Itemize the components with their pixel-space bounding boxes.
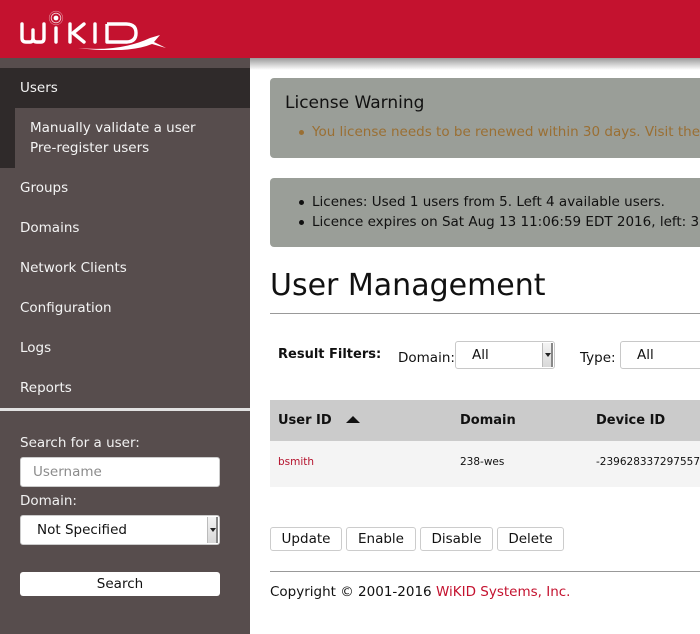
submenu-item-manually-validate[interactable]: Manually validate a user (30, 118, 250, 138)
license-warning-alert: License Warning You license needs to be … (270, 78, 700, 158)
sidebar-top-band (0, 58, 250, 68)
copyright-text: Copyright © 2001-2016 (270, 584, 436, 600)
sidebar-item-users[interactable]: Users (0, 68, 250, 108)
user-search-form: Search for a user: Domain: Not Specified… (0, 411, 250, 596)
title-divider (270, 313, 700, 314)
company-link[interactable]: WiKID Systems, Inc. (436, 584, 571, 600)
filter-type-label: Type: (580, 350, 616, 366)
result-filters: Result Filters: Domain: All Type: All (270, 340, 700, 384)
table-row: bsmith 238-wes -23962833729755777 (270, 441, 700, 487)
search-domain-label: Domain: (20, 493, 77, 509)
column-header-device-id[interactable]: Device ID (596, 400, 665, 441)
license-warning-title: License Warning (285, 93, 425, 113)
license-info-list: Licenes: Used 1 users from 5. Left 4 ava… (299, 192, 700, 232)
sidebar-item-reports[interactable]: Reports (0, 368, 250, 408)
users-submenu-frame: Manually validate a user Pre-register us… (0, 108, 250, 168)
search-label: Search for a user: (20, 435, 140, 451)
license-info-alert: Licenes: Used 1 users from 5. Left 4 ava… (270, 178, 700, 247)
filter-domain-select[interactable]: All (455, 341, 555, 369)
license-expiry-item: Licence expires on Sat Aug 13 11:06:59 E… (299, 212, 700, 232)
header-shadow (250, 58, 700, 70)
filter-domain-selected: All (472, 347, 489, 363)
column-header-user-id-label: User ID (278, 413, 332, 428)
submenu-item-pre-register[interactable]: Pre-register users (30, 138, 250, 158)
app-header (0, 0, 700, 58)
sidebar-item-domains[interactable]: Domains (0, 208, 250, 248)
sidebar-item-network-clients[interactable]: Network Clients (0, 248, 250, 288)
user-domain-cell: 238-wes (460, 456, 505, 468)
license-warning-item: You license needs to be renewed within 3… (299, 122, 700, 142)
license-usage-item: Licenes: Used 1 users from 5. Left 4 ava… (299, 192, 700, 212)
sidebar-item-logs[interactable]: Logs (0, 328, 250, 368)
column-header-domain[interactable]: Domain (460, 400, 516, 441)
license-warning-list: You license needs to be renewed within 3… (299, 122, 700, 142)
page-title: User Management (270, 268, 546, 303)
main-content: License Warning You license needs to be … (270, 58, 700, 634)
users-submenu: Manually validate a user Pre-register us… (15, 108, 250, 168)
users-table: User ID Domain Device ID bsmith 238-wes … (270, 400, 700, 487)
column-header-user-id[interactable]: User ID (278, 400, 360, 441)
search-domain-select[interactable]: Not Specified (20, 515, 220, 545)
filter-type-selected: All (637, 347, 654, 363)
wikid-logo[interactable] (20, 8, 180, 50)
enable-button[interactable]: Enable (346, 527, 416, 551)
sidebar-item-configuration[interactable]: Configuration (0, 288, 250, 328)
search-domain-selected: Not Specified (37, 522, 127, 538)
footer: Copyright © 2001-2016 WiKID Systems, Inc… (270, 584, 700, 600)
search-button[interactable]: Search (20, 572, 220, 596)
user-actions: Update Enable Disable Delete (270, 527, 700, 551)
sidebar-item-groups[interactable]: Groups (0, 168, 250, 208)
sidebar: Users Manually validate a user Pre-regis… (0, 58, 250, 634)
sort-ascending-icon[interactable] (345, 415, 360, 423)
table-header: User ID Domain Device ID (270, 400, 700, 441)
footer-divider (270, 571, 700, 572)
delete-button[interactable]: Delete (497, 527, 564, 551)
user-id-link[interactable]: bsmith (278, 441, 314, 487)
disable-button[interactable]: Disable (420, 527, 493, 551)
username-search-input[interactable] (20, 457, 220, 487)
filter-domain-label: Domain: (398, 350, 455, 366)
result-filters-label: Result Filters: (278, 347, 382, 362)
user-device-id-cell: -23962833729755777 (596, 456, 700, 468)
dropdown-arrow-icon[interactable] (542, 343, 553, 367)
filter-type-select[interactable]: All (620, 341, 700, 369)
dropdown-arrow-icon[interactable] (207, 517, 218, 543)
update-button[interactable]: Update (270, 527, 342, 551)
